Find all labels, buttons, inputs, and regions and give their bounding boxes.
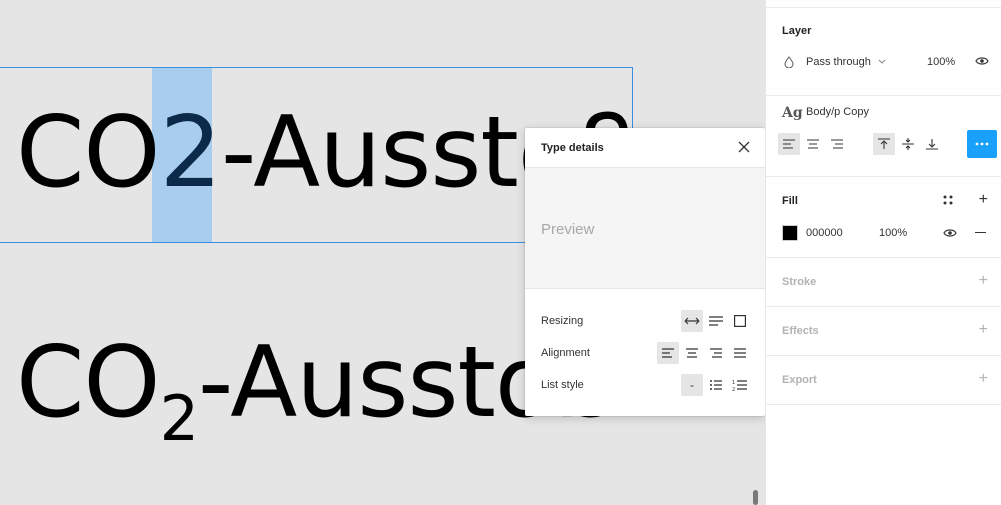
alignment-label: Alignment: [541, 347, 590, 359]
align-center-icon[interactable]: [681, 342, 703, 364]
align-bottom-icon[interactable]: [921, 133, 943, 155]
bulleted-list-icon[interactable]: [705, 374, 727, 396]
add-export-icon[interactable]: +: [979, 371, 988, 387]
numbered-list-icon[interactable]: 12: [729, 374, 751, 396]
text-part: CO: [16, 326, 161, 440]
svg-text:1: 1: [732, 380, 735, 386]
auto-height-icon[interactable]: [705, 310, 727, 332]
export-section: Export +: [766, 356, 1001, 405]
layer-section: Layer Pass through 100%: [766, 8, 1001, 96]
fixed-size-icon[interactable]: [729, 310, 751, 332]
text-style-icon: Ag: [782, 105, 803, 121]
effects-title: Effects: [782, 325, 819, 337]
stroke-title: Stroke: [782, 276, 817, 288]
align-right-icon[interactable]: [705, 342, 727, 364]
blend-mode-dropdown[interactable]: Pass through: [806, 56, 871, 68]
list-style-label: List style: [541, 379, 584, 391]
align-justify-icon[interactable]: [729, 342, 751, 364]
styles-grid-icon[interactable]: [943, 195, 953, 208]
preview-area: Preview: [525, 168, 765, 289]
auto-width-icon[interactable]: [681, 310, 703, 332]
text-align-left-icon[interactable]: [778, 133, 800, 155]
fill-title: Fill: [782, 195, 798, 207]
type-details-button[interactable]: [967, 130, 997, 158]
remove-fill-icon[interactable]: [975, 232, 986, 233]
text-align-right-icon[interactable]: [826, 133, 848, 155]
stroke-section: Stroke +: [766, 258, 1001, 307]
svg-text:2: 2: [732, 387, 735, 392]
panel-top-strip: [766, 0, 1001, 8]
resizing-label: Resizing: [541, 315, 584, 327]
chevron-down-icon[interactable]: [878, 56, 886, 68]
export-title: Export: [782, 374, 817, 386]
text-section: Ag Body/p Copy: [766, 96, 1001, 177]
add-stroke-icon[interactable]: +: [979, 273, 988, 289]
vertical-scrollbar[interactable]: [753, 490, 758, 505]
close-icon[interactable]: [736, 139, 752, 158]
properties-panel: Layer Pass through 100% Ag Body/p Copy F…: [765, 0, 1001, 505]
fill-color-swatch[interactable]: [782, 225, 798, 241]
layer-title: Layer: [782, 25, 812, 37]
popup-header: Type details: [525, 128, 765, 168]
text-style-label[interactable]: Body/p Copy: [806, 106, 869, 118]
align-top-icon[interactable]: [873, 133, 895, 155]
fill-section: Fill + 000000 100%: [766, 177, 1001, 258]
eye-icon[interactable]: [975, 55, 989, 70]
text-align-center-icon[interactable]: [802, 133, 824, 155]
add-fill-icon[interactable]: +: [979, 192, 988, 208]
fill-hex-input[interactable]: 000000: [806, 227, 843, 239]
subscript-character: 2: [159, 382, 199, 455]
effects-section: Effects +: [766, 307, 1001, 356]
align-left-icon[interactable]: [657, 342, 679, 364]
fill-visibility-eye-icon[interactable]: [943, 227, 957, 242]
blend-mode-icon: [784, 56, 794, 71]
fill-opacity-input[interactable]: 100%: [879, 227, 907, 239]
type-details-popup: Type details Preview Resizing Alignment …: [525, 128, 765, 416]
list-none-button[interactable]: -: [681, 374, 703, 396]
preview-label: Preview: [541, 221, 595, 238]
popup-title: Type details: [541, 142, 604, 154]
add-effect-icon[interactable]: +: [979, 322, 988, 338]
align-middle-icon[interactable]: [897, 133, 919, 155]
layer-opacity-input[interactable]: 100%: [927, 56, 955, 68]
